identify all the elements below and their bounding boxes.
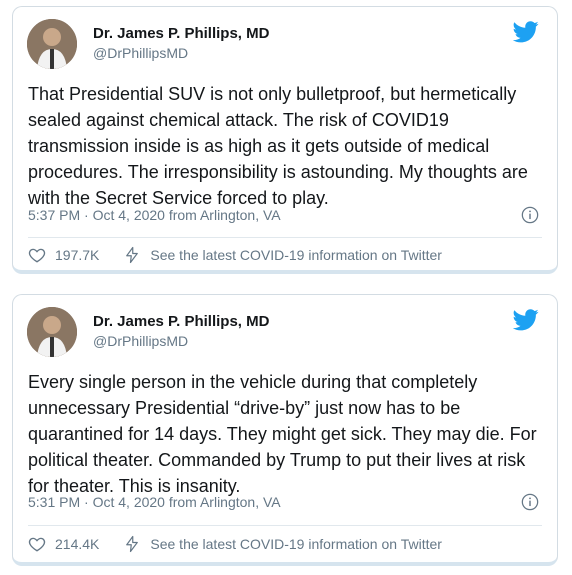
avatar-image bbox=[27, 19, 77, 69]
divider bbox=[28, 525, 542, 526]
twitter-bird-icon[interactable] bbox=[513, 309, 539, 331]
lightning-icon bbox=[126, 535, 139, 553]
info-icon[interactable] bbox=[521, 206, 539, 224]
covid-info-link[interactable]: See the latest COVID-19 information on T… bbox=[150, 247, 442, 263]
author-handle[interactable]: @DrPhillipsMD bbox=[93, 45, 188, 61]
action-row: 214.4K See the latest COVID-19 informati… bbox=[28, 535, 442, 553]
tweet-text: Every single person in the vehicle durin… bbox=[28, 372, 537, 496]
heart-icon[interactable] bbox=[28, 535, 46, 553]
avatar[interactable] bbox=[27, 19, 77, 69]
avatar-image bbox=[27, 307, 77, 357]
tweet-timestamp[interactable]: 5:37 PM · Oct 4, 2020 from Arlington, VA bbox=[28, 207, 281, 223]
divider bbox=[28, 237, 542, 238]
author-name[interactable]: Dr. James P. Phillips, MD bbox=[93, 313, 269, 330]
heart-icon[interactable] bbox=[28, 246, 46, 264]
tweet-card-2[interactable]: Dr. James P. Phillips, MD @DrPhillipsMD … bbox=[12, 294, 558, 566]
lightning-icon bbox=[126, 246, 139, 264]
action-row: 197.7K See the latest COVID-19 informati… bbox=[28, 246, 442, 264]
twitter-bird-icon[interactable] bbox=[513, 21, 539, 43]
like-count[interactable]: 197.7K bbox=[55, 247, 99, 263]
tweet-timestamp[interactable]: 5:31 PM · Oct 4, 2020 from Arlington, VA bbox=[28, 494, 281, 510]
like-count[interactable]: 214.4K bbox=[55, 536, 99, 552]
info-icon[interactable] bbox=[521, 493, 539, 511]
tweet-text: That Presidential SUV is not only bullet… bbox=[28, 84, 528, 208]
avatar[interactable] bbox=[27, 307, 77, 357]
author-name[interactable]: Dr. James P. Phillips, MD bbox=[93, 25, 269, 42]
covid-info-link[interactable]: See the latest COVID-19 information on T… bbox=[150, 536, 442, 552]
tweet-card-1[interactable]: Dr. James P. Phillips, MD @DrPhillipsMD … bbox=[12, 6, 558, 274]
author-handle[interactable]: @DrPhillipsMD bbox=[93, 333, 188, 349]
